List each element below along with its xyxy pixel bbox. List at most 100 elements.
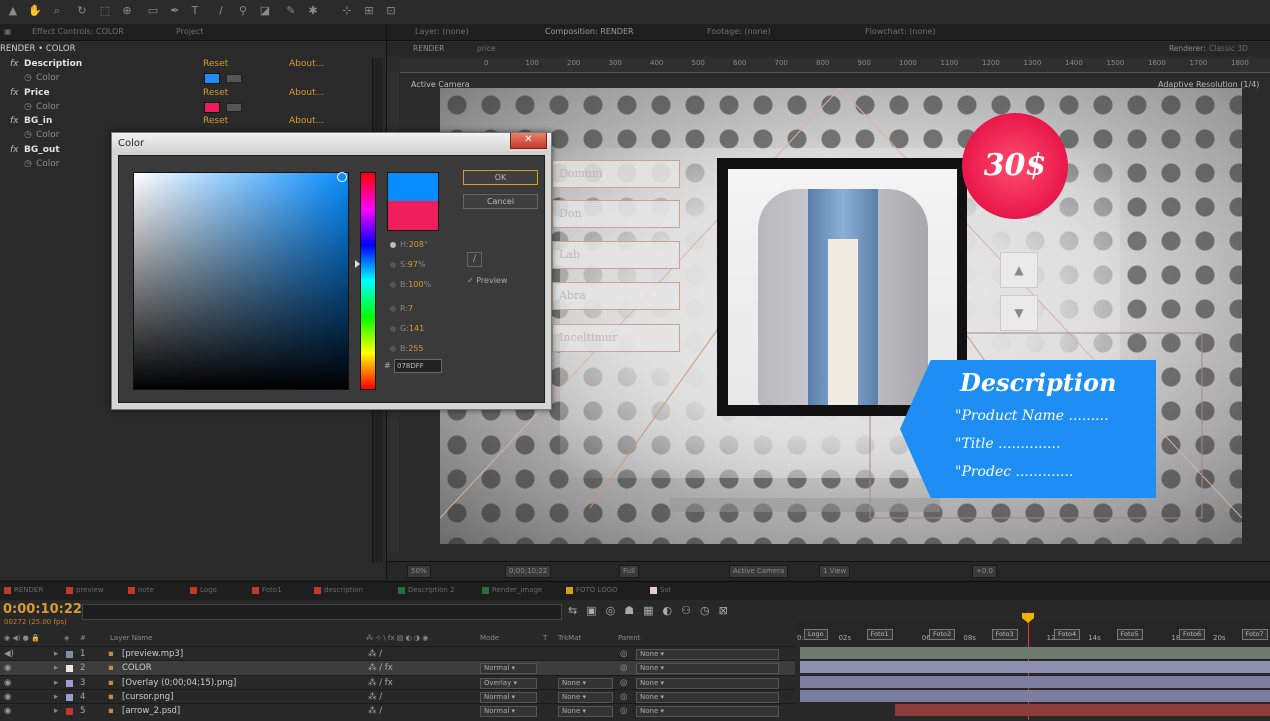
renderer-value[interactable]: Classic 3D — [1209, 44, 1248, 53]
close-icon[interactable]: ✕ — [510, 133, 547, 149]
tab-composition[interactable]: Composition: RENDER — [545, 26, 634, 38]
effect-bg-in[interactable]: fx BG_in Reset About... — [0, 114, 380, 128]
pen-tool-icon[interactable]: ✒ — [168, 4, 182, 18]
visibility-eye-icon[interactable]: ◉ — [4, 676, 11, 690]
color-swatch[interactable] — [204, 102, 220, 113]
eyedropper-icon[interactable] — [226, 74, 242, 83]
layer-label-color[interactable] — [66, 693, 73, 701]
brightness-field[interactable]: B:100% — [390, 278, 431, 292]
reset-link[interactable]: Reset — [203, 86, 228, 100]
parent-pickwhip-icon[interactable]: ◎ — [620, 676, 627, 690]
blend-mode-dropdown[interactable]: Overlay ▾ — [480, 677, 537, 689]
layer-name[interactable]: [arrow_2.psd] — [122, 704, 180, 718]
comp-marker[interactable]: Foto7 — [1241, 629, 1268, 640]
comp-marker[interactable]: Foto5 — [1116, 629, 1143, 640]
parent-dropdown[interactable]: None ▾ — [636, 706, 779, 718]
timeline-tab[interactable]: Description 2 — [398, 586, 455, 594]
zoom-dropdown[interactable]: 50% — [407, 565, 431, 578]
dialog-titlebar[interactable]: Color — [112, 133, 551, 155]
layer-label-color[interactable] — [66, 665, 73, 673]
effect-price[interactable]: fx Price Reset About... — [0, 86, 380, 100]
timeline-tab[interactable]: Foto1 — [252, 586, 282, 594]
brush-tool-icon[interactable]: / — [214, 4, 228, 18]
axis-view-icon[interactable]: ⊡ — [384, 4, 398, 18]
radio-icon[interactable] — [390, 345, 396, 352]
timeline-tab[interactable]: Render_image — [482, 586, 542, 594]
about-link[interactable]: About... — [289, 57, 324, 71]
parent-pickwhip-icon[interactable]: ◎ — [620, 690, 627, 704]
parent-pickwhip-icon[interactable]: ◎ — [620, 661, 627, 675]
panel-menu-icon[interactable]: ▣ — [4, 26, 12, 38]
layer-row[interactable]: ◉ ▸ 5 ▪ [arrow_2.psd] ⁂ / Normal ▾ None ▾ ◎ None… — [0, 703, 795, 718]
preview-checkbox[interactable]: ✓ Preview — [467, 276, 507, 285]
twirl-arrow-icon[interactable]: ▸ — [54, 647, 58, 661]
field-value[interactable]: 97 — [408, 260, 418, 269]
saturation-field[interactable]: S:97% — [390, 258, 426, 272]
track-matte-dropdown[interactable]: None ▾ — [558, 691, 613, 703]
layer-name[interactable]: [Overlay (0;00;04;15).png] — [122, 676, 236, 690]
visibility-eye-icon[interactable]: ◀) — [4, 647, 14, 661]
blend-mode-dropdown[interactable]: Normal ▾ — [480, 663, 537, 675]
parent-pickwhip-icon[interactable]: ◎ — [620, 647, 627, 661]
zoom-tool-icon[interactable]: ⌕ — [50, 4, 64, 18]
hue-slider-handle[interactable] — [355, 260, 360, 268]
stopwatch-icon[interactable]: ◷ — [24, 71, 32, 85]
reset-link[interactable]: Reset — [203, 57, 228, 71]
radio-icon[interactable] — [390, 305, 396, 312]
field-value[interactable]: 100 — [408, 280, 423, 289]
layer-name[interactable]: COLOR — [122, 661, 152, 675]
layer-search-input[interactable] — [82, 604, 562, 620]
eyedropper-icon[interactable]: / — [467, 252, 482, 267]
hue-field[interactable]: H:208° — [390, 238, 428, 252]
parent-dropdown[interactable]: None ▾ — [636, 663, 779, 675]
hue-slider[interactable] — [355, 172, 376, 390]
resolution-dropdown[interactable]: Full — [619, 565, 639, 578]
twirl-arrow-icon[interactable]: ▸ — [54, 704, 58, 718]
effect-description[interactable]: fx Description Reset About... — [0, 57, 380, 71]
eraser-tool-icon[interactable]: ◪ — [258, 4, 272, 18]
blend-mode-dropdown[interactable]: Normal ▾ — [480, 691, 537, 703]
roto-tool-icon[interactable]: ✎ — [284, 4, 298, 18]
original-color-preview[interactable] — [387, 201, 439, 231]
field-value[interactable]: 208 — [409, 240, 424, 249]
rotate-tool-icon[interactable]: ↻ — [75, 4, 89, 18]
reset-link[interactable]: Reset — [203, 114, 228, 128]
comp-marker[interactable]: Foto3 — [991, 629, 1018, 640]
auto-keyframe-icon[interactable]: ◷ — [700, 604, 719, 617]
axis-local-icon[interactable]: ⊹ — [340, 4, 354, 18]
comp-marker[interactable]: Foto6 — [1179, 629, 1206, 640]
blue-field[interactable]: B:255 — [390, 342, 423, 356]
layer-switches-icons[interactable]: ⁂ / fx — [368, 676, 393, 690]
fx-icon[interactable]: fx — [10, 114, 19, 128]
puppet-tool-icon[interactable]: ✱ — [306, 4, 320, 18]
layer-duration-bar[interactable] — [800, 647, 1270, 659]
layer-switches-icons[interactable]: ⁂ / — [368, 647, 382, 661]
twirl-arrow-icon[interactable]: ▸ — [54, 676, 58, 690]
ok-button[interactable]: OK — [463, 170, 538, 185]
exposure-value[interactable]: +0.0 — [972, 565, 997, 578]
twirl-arrow-icon[interactable]: ▸ — [54, 661, 58, 675]
timeline-tab[interactable]: FOTO LOGO — [566, 586, 618, 594]
visibility-eye-icon[interactable]: ◉ — [4, 704, 11, 718]
field-value[interactable]: 255 — [408, 344, 423, 353]
layer-duration-bar[interactable] — [800, 675, 1270, 688]
layer-switches-icons[interactable]: ⁂ / — [368, 690, 382, 704]
blend-mode-dropdown[interactable]: Normal ▾ — [480, 706, 537, 718]
stopwatch-icon[interactable]: ◷ — [24, 157, 32, 171]
radio-icon[interactable] — [390, 261, 396, 268]
radio-icon[interactable] — [390, 325, 396, 332]
red-field[interactable]: R:7 — [390, 302, 413, 316]
comp-mini-flowchart-icon[interactable]: ⇆ — [568, 604, 586, 617]
layer-row[interactable]: ◉ ▸ 3 ▪ [Overlay (0;00;04;15).png] ⁂ / fx Over… — [0, 674, 795, 690]
radio-icon[interactable] — [390, 281, 396, 288]
track-matte-dropdown[interactable]: None ▾ — [558, 706, 613, 718]
view-layout-dropdown[interactable]: 1 View — [819, 565, 851, 578]
layer-row[interactable]: ◀) ▸ 1 ▪ [preview.mp3] ⁂ / ◎ None ▾ — [0, 646, 795, 661]
current-timecode[interactable]: 0:00:10:22 — [3, 602, 82, 617]
layer-name-header[interactable]: Layer Name — [110, 634, 152, 642]
timeline-tab[interactable]: note — [128, 586, 154, 594]
about-link[interactable]: About... — [289, 86, 324, 100]
fx-icon[interactable]: fx — [10, 86, 19, 100]
parent-dropdown[interactable]: None ▾ — [636, 649, 779, 660]
axis-world-icon[interactable]: ⊞ — [362, 4, 376, 18]
